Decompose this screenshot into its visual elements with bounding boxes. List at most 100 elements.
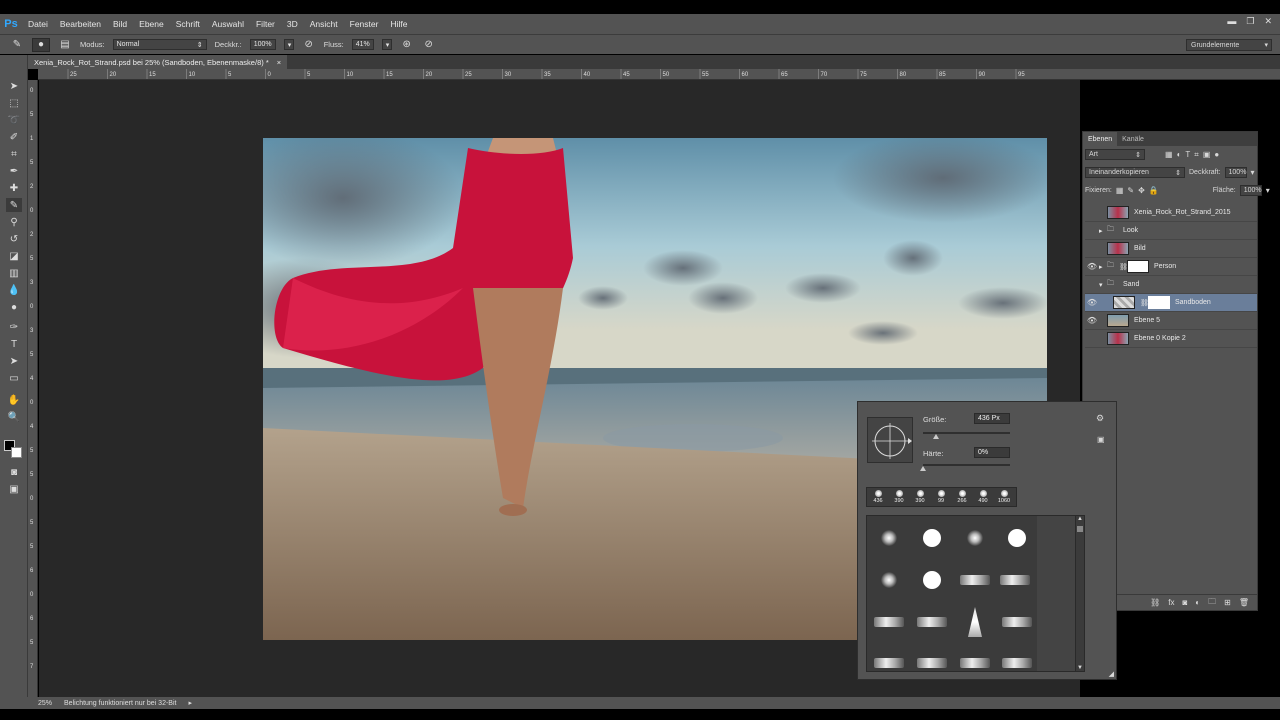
brush-hard-round[interactable] xyxy=(912,560,952,600)
recent-brush[interactable]: 390 xyxy=(889,489,909,507)
brush-angle-preview[interactable] xyxy=(867,417,913,463)
brush-tool-icon[interactable]: ✎ xyxy=(10,38,24,52)
layer-row[interactable]: ▸ 🗀 Look xyxy=(1085,222,1257,240)
fluss-dropdown[interactable]: ▾ xyxy=(381,39,392,50)
brush-panel-toggle-icon[interactable]: ▤ xyxy=(58,38,72,52)
tab-kanaele[interactable]: Kanäle xyxy=(1117,132,1149,146)
recent-brush[interactable]: 390 xyxy=(910,489,930,507)
pen-tool-icon[interactable]: ✑ xyxy=(6,320,22,334)
close-icon[interactable]: ✕ xyxy=(1264,16,1272,27)
menu-bearbeiten[interactable]: Bearbeiten xyxy=(54,19,107,29)
document-tab[interactable]: Xenia_Rock_Rot_Strand.psd bei 25% (Sandb… xyxy=(28,55,288,69)
menu-bild[interactable]: Bild xyxy=(107,19,133,29)
hand-tool-icon[interactable]: ✋ xyxy=(6,393,22,407)
add-mask-icon[interactable]: ◙ xyxy=(1182,598,1187,607)
pressure-size-icon[interactable]: ⊘ xyxy=(422,38,436,52)
hardness-slider-track[interactable] xyxy=(923,464,1010,466)
new-group-icon[interactable]: 🗀 xyxy=(1208,596,1216,610)
eye-icon[interactable]: 👁 xyxy=(1085,316,1099,325)
layer-filter-select[interactable]: Art ⇕ xyxy=(1085,149,1145,160)
menu-ansicht[interactable]: Ansicht xyxy=(304,19,344,29)
filter-shape-icon[interactable]: ⌗ xyxy=(1194,150,1199,160)
lock-transparency-icon[interactable]: ▦ xyxy=(1116,186,1124,195)
fx-icon[interactable]: fx xyxy=(1168,598,1174,607)
lasso-tool-icon[interactable]: ➰ xyxy=(6,113,22,127)
airbrush-icon[interactable]: ⊛ xyxy=(400,38,414,52)
opacity-field[interactable]: 100% xyxy=(1224,167,1247,178)
layer-row[interactable]: Ebene 0 Kopie 2 xyxy=(1085,330,1257,348)
menu-auswahl[interactable]: Auswahl xyxy=(206,19,250,29)
gear-icon[interactable]: ⚙ xyxy=(1096,413,1104,424)
deckkraft-dropdown[interactable]: ▾ xyxy=(283,39,294,50)
lock-pixels-icon[interactable]: ✎ xyxy=(1127,186,1134,195)
layer-row-selected[interactable]: 👁 ⛓ Sandboden xyxy=(1085,294,1257,312)
zoom-tool-icon[interactable]: 🔍 xyxy=(6,410,22,424)
trash-icon[interactable]: 🗑 xyxy=(1239,598,1249,607)
eye-icon[interactable]: 👁 xyxy=(1085,298,1099,307)
blend-mode-select[interactable]: Ineinanderkopieren ⇕ xyxy=(1085,167,1185,178)
mask-thumbnail[interactable] xyxy=(1127,260,1149,273)
move-tool-icon[interactable]: ➤ xyxy=(6,79,22,93)
menu-ebene[interactable]: Ebene xyxy=(133,19,170,29)
menu-datei[interactable]: Datei xyxy=(22,19,54,29)
scroll-up-icon[interactable]: ▲ xyxy=(1077,516,1083,522)
filter-type-icon[interactable]: T xyxy=(1185,150,1190,159)
pressure-opacity-icon[interactable]: ⊘ xyxy=(302,38,316,52)
brush-soft-round[interactable] xyxy=(869,518,909,558)
layer-row[interactable]: Xenia_Rock_Rot_Strand_2015 xyxy=(1085,204,1257,222)
brush-bristle[interactable] xyxy=(955,560,995,600)
history-brush-tool-icon[interactable]: ↺ xyxy=(6,232,22,246)
workspace-select[interactable]: Grundelemente ▾ xyxy=(1186,39,1272,51)
brush-flat[interactable] xyxy=(912,643,952,671)
brush-tool-icon[interactable]: ✎ xyxy=(6,198,22,212)
collapse-arrow-icon[interactable]: ▾ xyxy=(1099,281,1107,289)
fluss-field[interactable]: 41% xyxy=(351,39,374,50)
eraser-tool-icon[interactable]: ◪ xyxy=(6,249,22,263)
layer-row[interactable]: Bild xyxy=(1085,240,1257,258)
menu-3d[interactable]: 3D xyxy=(281,19,304,29)
hardness-field[interactable]: 0% xyxy=(974,447,1010,458)
layer-row[interactable]: ▾ 🗀 Sand xyxy=(1085,276,1257,294)
restore-icon[interactable]: ❐ xyxy=(1246,16,1254,27)
quick-select-tool-icon[interactable]: ✐ xyxy=(6,130,22,144)
brush-flat[interactable] xyxy=(997,643,1037,671)
stamp-tool-icon[interactable]: ⚲ xyxy=(6,215,22,229)
adjustment-layer-icon[interactable]: ◐ xyxy=(1195,598,1200,607)
size-slider-thumb[interactable] xyxy=(933,434,940,439)
brush-fan[interactable] xyxy=(955,602,995,642)
scroll-down-icon[interactable]: ▼ xyxy=(1077,665,1083,671)
dodge-tool-icon[interactable]: ● xyxy=(6,300,22,314)
filter-toggle-icon[interactable]: ● xyxy=(1214,150,1219,159)
type-tool-icon[interactable]: T xyxy=(6,337,22,351)
lock-position-icon[interactable]: ✥ xyxy=(1138,186,1145,195)
zoom-level[interactable]: 25% xyxy=(38,700,52,707)
brush-grid-scrollbar[interactable]: ▲ ▼ xyxy=(1075,515,1085,672)
path-select-tool-icon[interactable]: ➤ xyxy=(6,354,22,368)
recent-brush[interactable]: 436 xyxy=(868,489,888,507)
layer-row[interactable]: 👁 Ebene 5 xyxy=(1085,312,1257,330)
expand-arrow-icon[interactable]: ▸ xyxy=(1099,263,1107,271)
filter-adjustment-icon[interactable]: ◐ xyxy=(1177,150,1182,159)
recent-brush[interactable]: 490 xyxy=(973,489,993,507)
deckkraft-field[interactable]: 100% xyxy=(249,39,276,50)
chevron-down-icon[interactable]: ▾ xyxy=(1251,168,1255,177)
filter-smart-icon[interactable]: ▣ xyxy=(1203,150,1211,159)
recent-brush[interactable]: 266 xyxy=(952,489,972,507)
shape-tool-icon[interactable]: ▭ xyxy=(6,371,22,385)
brush-bristle[interactable] xyxy=(997,602,1037,642)
blur-tool-icon[interactable]: 💧 xyxy=(6,283,22,297)
resize-grip-icon[interactable]: ◢ xyxy=(1109,670,1114,678)
brush-hard-round[interactable] xyxy=(997,518,1037,558)
scroll-thumb[interactable] xyxy=(1077,526,1083,532)
screen-mode-icon[interactable]: ▣ xyxy=(6,482,22,496)
tab-ebenen[interactable]: Ebenen xyxy=(1083,132,1118,146)
recent-brush[interactable]: 99 xyxy=(931,489,951,507)
lock-all-icon[interactable]: 🔒 xyxy=(1149,186,1159,195)
new-preset-icon[interactable]: ▣ xyxy=(1097,435,1105,444)
brush-bristle[interactable] xyxy=(869,602,909,642)
status-menu-arrow-icon[interactable]: ▸ xyxy=(188,699,192,707)
brush-bristle[interactable] xyxy=(995,560,1035,600)
healing-tool-icon[interactable]: ✚ xyxy=(6,181,22,195)
layer-row[interactable]: 👁 ▸ 🗀 ⛓ Person xyxy=(1085,258,1257,276)
brush-flat[interactable] xyxy=(955,643,995,671)
